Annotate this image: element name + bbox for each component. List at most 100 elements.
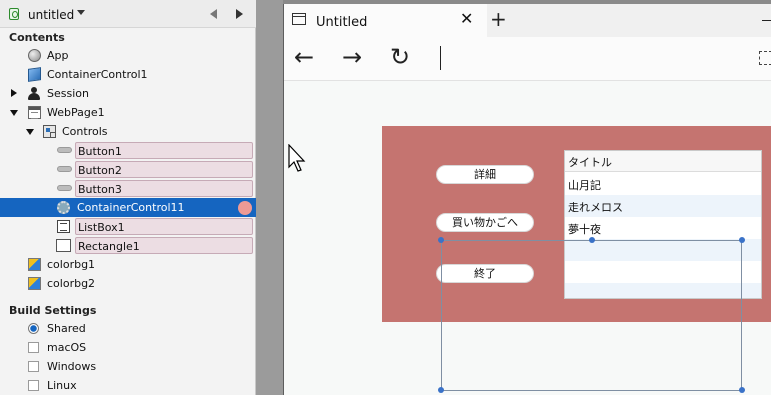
nav-item-colorbg1[interactable]: colorbg1 bbox=[0, 255, 256, 274]
list-item-label: 走れメロス bbox=[568, 201, 623, 214]
build-item-macos[interactable]: macOS bbox=[0, 338, 256, 357]
collapse-arrow-icon[interactable] bbox=[26, 129, 34, 135]
build-settings-header: Build Settings bbox=[9, 304, 97, 317]
nav-item-label: Controls bbox=[62, 125, 108, 138]
nav-item-button1[interactable]: Button1 bbox=[0, 141, 256, 160]
button-icon bbox=[57, 166, 72, 172]
editor-background bbox=[256, 0, 283, 395]
build-item-label: Linux bbox=[47, 379, 77, 392]
nav-forward-icon[interactable] bbox=[236, 9, 243, 19]
nav-item-label: App bbox=[47, 49, 69, 62]
project-name[interactable]: untitled bbox=[28, 8, 74, 22]
globe-icon bbox=[28, 49, 41, 62]
control-pill: Rectangle1 bbox=[75, 237, 253, 254]
list-item-label: 夢十夜 bbox=[568, 223, 601, 236]
contents-header: Contents bbox=[9, 31, 65, 44]
list-item[interactable]: 走れメロス bbox=[565, 195, 761, 217]
detail-button[interactable]: 詳細 bbox=[436, 165, 534, 184]
selection-frame[interactable] bbox=[441, 240, 742, 391]
controls-icon bbox=[43, 125, 56, 138]
list-item[interactable]: 山月記 bbox=[565, 173, 761, 195]
nav-item-colorbg2[interactable]: colorbg2 bbox=[0, 274, 256, 293]
cube-icon bbox=[28, 67, 41, 82]
control-pill: Button2 bbox=[75, 161, 253, 178]
tab-title: Untitled bbox=[316, 15, 368, 30]
reload-icon[interactable]: ↻ bbox=[390, 44, 410, 70]
nav-item-listbox1[interactable]: ListBox1 bbox=[0, 217, 256, 236]
browser-toolbar: ← → ↻ bbox=[284, 37, 771, 81]
minimize-icon[interactable] bbox=[762, 20, 771, 21]
project-navigator: untitled Contents App ContainerControl1 … bbox=[0, 0, 256, 395]
gear-icon bbox=[57, 201, 70, 214]
back-icon[interactable]: ← bbox=[294, 44, 314, 70]
colorbg-icon bbox=[28, 277, 41, 290]
control-pill: Button3 bbox=[75, 180, 253, 197]
list-item-label: 山月記 bbox=[568, 179, 601, 192]
nav-item-label: colorbg1 bbox=[47, 258, 96, 271]
browser-tab[interactable]: Untitled ✕ bbox=[284, 4, 487, 37]
project-bar: untitled bbox=[0, 0, 256, 28]
rectangle-icon bbox=[56, 239, 71, 252]
resize-handle[interactable] bbox=[438, 387, 444, 393]
listbox-icon bbox=[57, 220, 70, 233]
button-icon bbox=[57, 185, 72, 191]
nav-item-session[interactable]: Session bbox=[0, 84, 256, 103]
nav-item-label: colorbg2 bbox=[47, 277, 96, 290]
nav-item-label: Rectangle1 bbox=[78, 240, 140, 253]
checkbox[interactable] bbox=[28, 361, 39, 372]
tab-bar: Untitled ✕ + bbox=[284, 4, 771, 37]
colorbg-icon bbox=[28, 258, 41, 271]
project-icon bbox=[9, 8, 19, 20]
nav-item-containercontrol11[interactable]: ContainerControl11 bbox=[0, 198, 256, 217]
button-icon bbox=[57, 147, 72, 153]
nav-item-webpage1[interactable]: WebPage1 bbox=[0, 103, 256, 122]
list-item[interactable]: 夢十夜 bbox=[565, 217, 761, 239]
expand-arrow-icon[interactable] bbox=[11, 89, 17, 97]
nav-item-containercontrol1[interactable]: ContainerControl1 bbox=[0, 65, 256, 84]
build-item-shared[interactable]: Shared bbox=[0, 319, 256, 338]
listbox-header-label: タイトル bbox=[568, 156, 612, 169]
nav-item-label: ContainerControl1 bbox=[47, 68, 148, 81]
nav-item-label: Button1 bbox=[78, 145, 122, 158]
address-bar[interactable] bbox=[440, 46, 441, 70]
nav-back-icon[interactable] bbox=[210, 9, 217, 19]
nav-item-label: Button3 bbox=[78, 183, 122, 196]
new-tab-icon[interactable]: + bbox=[490, 8, 507, 30]
build-item-label: macOS bbox=[47, 341, 87, 354]
nav-item-button2[interactable]: Button2 bbox=[0, 160, 256, 179]
build-item-windows[interactable]: Windows bbox=[0, 357, 256, 376]
nav-item-label: ListBox1 bbox=[78, 221, 125, 234]
nav-item-label: Button2 bbox=[78, 164, 122, 177]
nav-item-controls[interactable]: Controls bbox=[0, 122, 256, 141]
status-dot bbox=[238, 201, 252, 215]
nav-item-label: ContainerControl11 bbox=[77, 201, 185, 214]
person-icon bbox=[28, 87, 40, 100]
chevron-down-icon[interactable] bbox=[77, 10, 85, 15]
nav-item-app[interactable]: App bbox=[0, 46, 256, 65]
resize-handle[interactable] bbox=[438, 237, 444, 243]
cart-button[interactable]: 買い物かごへ bbox=[436, 213, 534, 232]
resize-handle[interactable] bbox=[739, 387, 745, 393]
collapse-arrow-icon[interactable] bbox=[10, 110, 18, 116]
resize-handle[interactable] bbox=[739, 237, 745, 243]
build-item-label: Windows bbox=[47, 360, 97, 373]
listbox-header: タイトル bbox=[565, 151, 761, 172]
nav-item-label: Session bbox=[47, 87, 89, 100]
forward-icon[interactable]: → bbox=[342, 44, 362, 70]
nav-item-label: WebPage1 bbox=[47, 106, 105, 119]
close-icon[interactable]: ✕ bbox=[460, 10, 473, 28]
control-pill: ListBox1 bbox=[75, 218, 253, 235]
control-pill: Button1 bbox=[75, 142, 253, 159]
resize-handle[interactable] bbox=[589, 237, 595, 243]
checkbox[interactable] bbox=[28, 380, 39, 391]
nav-item-rectangle1[interactable]: Rectangle1 bbox=[0, 236, 256, 255]
build-item-linux[interactable]: Linux bbox=[0, 376, 256, 395]
nav-item-button3[interactable]: Button3 bbox=[0, 179, 256, 198]
tab-page-icon bbox=[292, 13, 306, 25]
mouse-cursor-icon bbox=[288, 144, 306, 172]
checkbox[interactable] bbox=[28, 342, 39, 353]
webpage-icon bbox=[28, 106, 41, 119]
radio-icon[interactable] bbox=[28, 323, 39, 334]
reading-view-icon[interactable] bbox=[759, 51, 771, 65]
build-item-label: Shared bbox=[47, 322, 86, 335]
